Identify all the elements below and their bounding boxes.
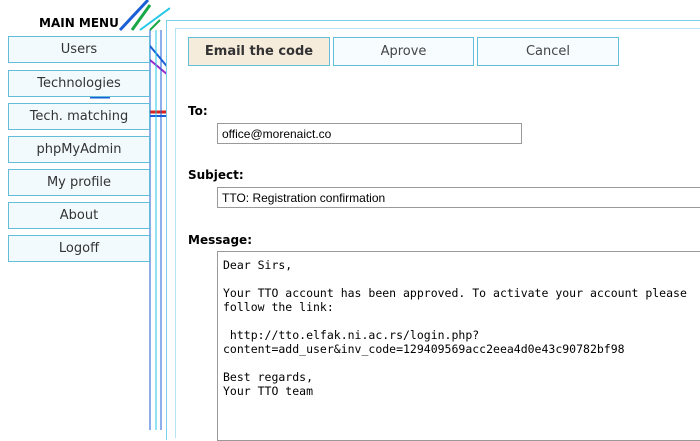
menu-item-phpmyadmin[interactable]: phpMyAdmin bbox=[8, 136, 150, 163]
approve-button[interactable]: Aprove bbox=[333, 37, 474, 66]
email-code-button[interactable]: Email the code bbox=[188, 37, 330, 66]
subject-input[interactable] bbox=[217, 187, 700, 208]
menu-item-logoff[interactable]: Logoff bbox=[8, 235, 150, 262]
cancel-button[interactable]: Cancel bbox=[477, 37, 619, 66]
menu-item-technologies[interactable]: Technologies bbox=[8, 70, 150, 97]
menu-item-my-profile[interactable]: My profile bbox=[8, 169, 150, 196]
to-input[interactable] bbox=[217, 123, 522, 144]
message-label: Message: bbox=[188, 233, 252, 247]
menu-item-about[interactable]: About bbox=[8, 202, 150, 229]
message-textarea[interactable]: Dear Sirs, Your TTO account has been app… bbox=[217, 251, 700, 441]
subject-label: Subject: bbox=[188, 168, 244, 182]
main-menu-title: MAIN MENU bbox=[39, 16, 119, 30]
to-label: To: bbox=[188, 104, 208, 118]
menu-item-tech-matching[interactable]: Tech. matching bbox=[8, 103, 150, 130]
menu-item-users[interactable]: Users bbox=[8, 36, 150, 63]
